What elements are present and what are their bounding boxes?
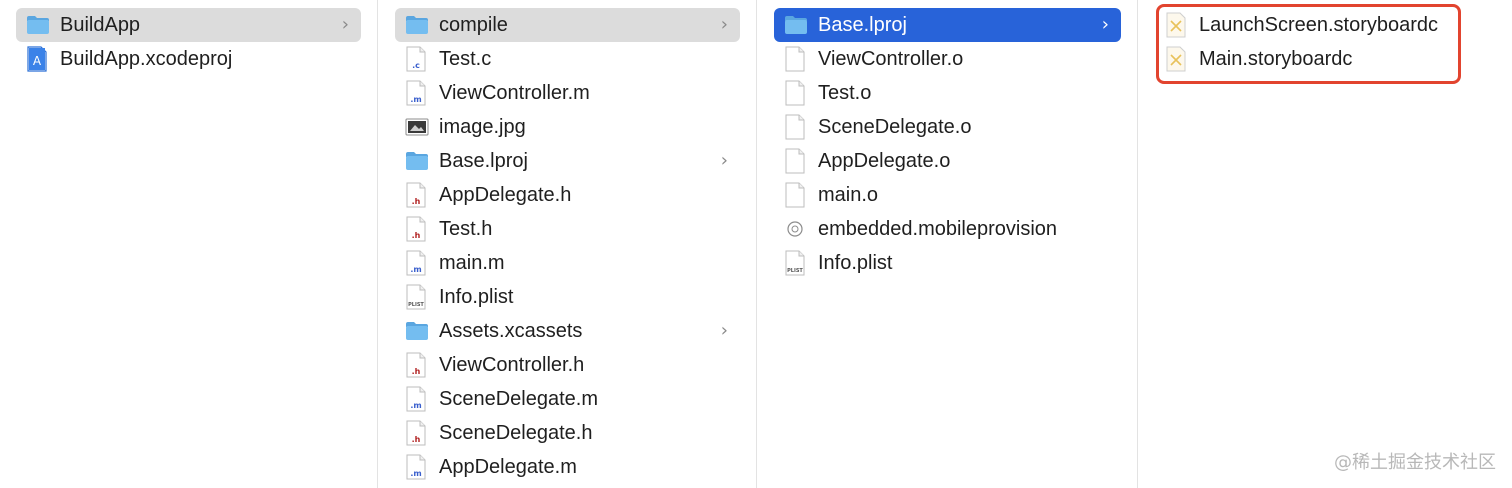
file-name: main.o [818, 184, 879, 206]
chevron-right-icon: › [1101, 14, 1109, 35]
svg-text:PLIST: PLIST [408, 302, 424, 308]
file-row[interactable]: .m AppDelegate.m [395, 450, 740, 484]
chevron-right-icon: › [720, 14, 728, 35]
file-row[interactable]: Base.lproj › [395, 144, 740, 178]
h-file-icon: .h [405, 352, 427, 378]
m-file-icon: .m [405, 250, 427, 276]
svg-text:.h: .h [412, 231, 421, 240]
folder-icon [405, 12, 428, 38]
file-row[interactable]: PLIST Info.plist [395, 280, 740, 314]
file-row[interactable]: .m ViewController.m [395, 76, 740, 110]
column-compile[interactable]: Base.lproj › ViewController.o Test.o SceneDe… [758, 0, 1138, 488]
file-name: compile [439, 14, 508, 36]
svg-text:.h: .h [412, 197, 421, 206]
object-file-icon [784, 148, 806, 174]
file-name: BuildApp [60, 14, 141, 36]
file-row[interactable]: .h AppDelegate.h [395, 178, 740, 212]
file-name: AppDelegate.o [818, 150, 951, 172]
file-row[interactable]: .h SceneDelegate.h [395, 416, 740, 450]
file-name: Test.o [818, 82, 872, 104]
file-name: Base.lproj [818, 14, 907, 36]
svg-text:.m: .m [410, 401, 421, 410]
file-name: Info.plist [439, 286, 514, 308]
file-row[interactable]: image.jpg [395, 110, 740, 144]
file-row[interactable]: Base.lproj › [774, 8, 1121, 42]
column-root[interactable]: BuildApp › A BuildApp.xcodeproj [0, 0, 378, 488]
file-row[interactable]: SceneDelegate.o [774, 110, 1121, 144]
file-name: SceneDelegate.h [439, 422, 593, 444]
folder-icon [405, 148, 428, 174]
provision-file-icon [784, 216, 806, 242]
file-name: AppDelegate.h [439, 184, 572, 206]
svg-text:.h: .h [412, 435, 421, 444]
svg-text:A: A [33, 54, 42, 68]
file-name: AppDelegate.m [439, 456, 577, 478]
file-name: Test.h [439, 218, 493, 240]
file-row[interactable]: Test.o [774, 76, 1121, 110]
file-name: image.jpg [439, 116, 526, 138]
file-row[interactable]: .h Test.h [395, 212, 740, 246]
h-file-icon: .h [405, 182, 427, 208]
svg-text:.m: .m [410, 265, 421, 274]
m-file-icon: .m [405, 80, 427, 106]
column-buildapp[interactable]: compile › .c Test.c .m ViewController.m image.… [379, 0, 757, 488]
file-name: Info.plist [818, 252, 893, 274]
plist-file-icon: PLIST [784, 250, 806, 276]
h-file-icon: .h [405, 420, 427, 446]
xcodeproj-icon: A [26, 46, 48, 72]
file-row[interactable]: .m SceneDelegate.m [395, 382, 740, 416]
file-name: Base.lproj [439, 150, 528, 172]
watermark: @稀土掘金技术社区 [1334, 452, 1496, 473]
m-file-icon: .m [405, 454, 427, 480]
svg-text:.c: .c [412, 61, 420, 70]
file-list: BuildApp › A BuildApp.xcodeproj [0, 8, 377, 76]
svg-text:.m: .m [410, 95, 421, 104]
folder-icon [405, 318, 428, 344]
file-row[interactable]: BuildApp › [16, 8, 361, 42]
file-name: ViewController.h [439, 354, 585, 376]
object-file-icon [784, 114, 806, 140]
m-file-icon: .m [405, 386, 427, 412]
svg-text:.h: .h [412, 367, 421, 376]
file-row[interactable]: PLIST Info.plist [774, 246, 1121, 280]
file-name: Test.c [439, 48, 492, 70]
svg-text:.m: .m [410, 469, 421, 478]
file-name: Assets.xcassets [439, 320, 583, 342]
file-list: Base.lproj › ViewController.o Test.o SceneDe… [758, 8, 1137, 280]
file-name: main.m [439, 252, 505, 274]
file-name: SceneDelegate.o [818, 116, 972, 138]
file-name: SceneDelegate.m [439, 388, 598, 410]
folder-icon [784, 12, 807, 38]
c-file-icon: .c [405, 46, 427, 72]
svg-text:PLIST: PLIST [787, 268, 803, 274]
highlight-annotation-box [1156, 4, 1461, 84]
object-file-icon [784, 80, 806, 106]
file-name: ViewController.m [439, 82, 590, 104]
file-row[interactable]: .c Test.c [395, 42, 740, 76]
chevron-right-icon: › [341, 14, 349, 35]
file-name: ViewController.o [818, 48, 964, 70]
file-row[interactable]: embedded.mobileprovision [774, 212, 1121, 246]
chevron-right-icon: › [720, 150, 728, 171]
file-name: BuildApp.xcodeproj [60, 48, 233, 70]
plist-file-icon: PLIST [405, 284, 427, 310]
file-row[interactable]: main.o [774, 178, 1121, 212]
file-row[interactable]: AppDelegate.o [774, 144, 1121, 178]
object-file-icon [784, 182, 806, 208]
file-row[interactable]: compile › [395, 8, 740, 42]
h-file-icon: .h [405, 216, 427, 242]
file-list: compile › .c Test.c .m ViewController.m image.… [379, 8, 756, 484]
folder-icon [26, 12, 49, 38]
chevron-right-icon: › [720, 320, 728, 341]
file-row[interactable]: .h ViewController.h [395, 348, 740, 382]
file-row[interactable]: .m main.m [395, 246, 740, 280]
object-file-icon [784, 46, 806, 72]
file-row[interactable]: A BuildApp.xcodeproj [16, 42, 361, 76]
image-file-icon [405, 114, 429, 140]
file-row[interactable]: ViewController.o [774, 42, 1121, 76]
file-row[interactable]: Assets.xcassets › [395, 314, 740, 348]
file-name: embedded.mobileprovision [818, 218, 1058, 240]
